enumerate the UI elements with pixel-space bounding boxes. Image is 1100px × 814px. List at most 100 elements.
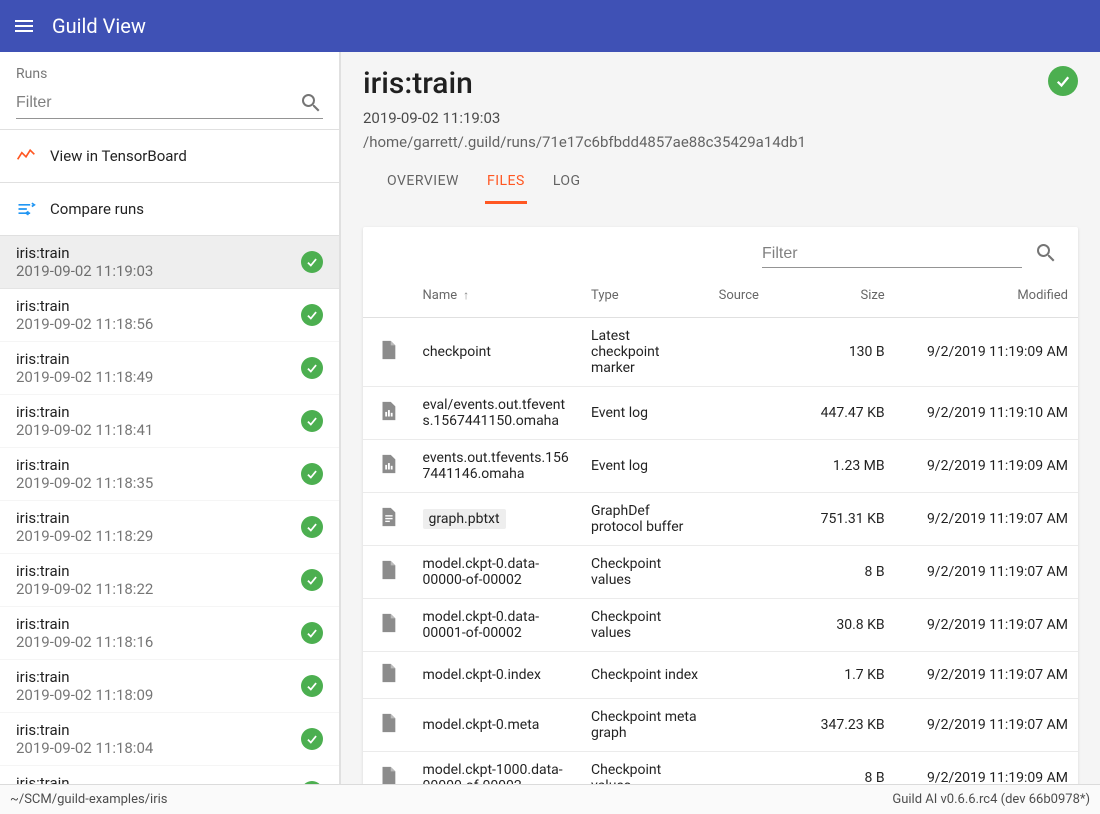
compare-icon — [16, 199, 36, 219]
status-success-icon — [301, 251, 323, 273]
run-list-item[interactable]: iris:train2019-09-02 11:18:16 — [0, 607, 339, 660]
run-item-name: iris:train — [16, 774, 153, 784]
run-item-timestamp: 2019-09-02 11:18:41 — [16, 421, 153, 439]
file-size: 130 B — [797, 318, 895, 387]
files-filter-input[interactable] — [762, 241, 1022, 267]
run-list-item[interactable]: iris:train2019-09-02 11:19:03 — [0, 236, 339, 289]
file-source — [709, 546, 797, 599]
run-list-item[interactable]: iris:train2019-09-02 11:18:35 — [0, 448, 339, 501]
run-item-timestamp: 2019-09-02 11:18:56 — [16, 315, 153, 333]
check-icon — [1054, 72, 1072, 90]
run-list-item[interactable]: iris:train2019-09-02 11:17:59 — [0, 766, 339, 784]
file-source — [709, 440, 797, 493]
run-list-item[interactable]: iris:train2019-09-02 11:18:29 — [0, 501, 339, 554]
file-type: Event log — [581, 440, 709, 493]
col-size[interactable]: Size — [797, 274, 895, 318]
app-title: Guild View — [52, 14, 146, 38]
file-modified: 9/2/2019 11:19:09 AM — [895, 752, 1078, 785]
run-list-item[interactable]: iris:train2019-09-02 11:18:09 — [0, 660, 339, 713]
file-type: Latest checkpoint marker — [581, 318, 709, 387]
file-modified: 9/2/2019 11:19:07 AM — [895, 546, 1078, 599]
file-source — [709, 493, 797, 546]
file-row[interactable]: events.out.tfevents.1567441146.omahaEven… — [363, 440, 1078, 493]
footer-version: Guild AI v0.6.6.rc4 (dev 66b0978*) — [892, 792, 1090, 807]
file-size: 8 B — [797, 752, 895, 785]
run-item-name: iris:train — [16, 350, 153, 368]
file-type-icon — [363, 752, 413, 785]
file-row[interactable]: model.ckpt-1000.data-00000-of-00002Check… — [363, 752, 1078, 785]
file-source — [709, 599, 797, 652]
run-item-timestamp: 2019-09-02 11:18:09 — [16, 686, 153, 704]
file-size: 8 B — [797, 546, 895, 599]
file-name: model.ckpt-0.data-00001-of-00002 — [413, 599, 582, 652]
sidebar-runs-label: Runs — [16, 66, 323, 90]
file-row[interactable]: graph.pbtxtGraphDef protocol buffer751.3… — [363, 493, 1078, 546]
run-item-name: iris:train — [16, 456, 153, 474]
file-name: model.ckpt-1000.data-00000-of-00002 — [413, 752, 582, 785]
run-list-item[interactable]: iris:train2019-09-02 11:18:49 — [0, 342, 339, 395]
file-name: model.ckpt-0.data-00000-of-00002 — [413, 546, 582, 599]
view-tensorboard-button[interactable]: View in TensorBoard — [16, 136, 323, 176]
run-item-name: iris:train — [16, 562, 153, 580]
file-type: Checkpoint meta graph — [581, 699, 709, 752]
status-success-icon — [301, 357, 323, 379]
file-type: Checkpoint values — [581, 546, 709, 599]
run-path: /home/garrett/.guild/runs/71e17c6bfbdd48… — [363, 133, 1078, 151]
run-list-item[interactable]: iris:train2019-09-02 11:18:22 — [0, 554, 339, 607]
run-list[interactable]: iris:train2019-09-02 11:19:03iris:train2… — [0, 236, 339, 784]
search-icon[interactable] — [1034, 241, 1058, 265]
file-modified: 9/2/2019 11:19:07 AM — [895, 599, 1078, 652]
col-modified[interactable]: Modified — [895, 274, 1078, 318]
content-panel: iris:train 2019-09-02 11:19:03 /home/gar… — [340, 52, 1100, 784]
run-timestamp: 2019-09-02 11:19:03 — [363, 109, 1078, 127]
status-badge — [1048, 66, 1078, 96]
col-name[interactable]: Name↑ — [413, 274, 582, 318]
run-item-timestamp: 2019-09-02 11:18:49 — [16, 368, 153, 386]
compare-runs-button[interactable]: Compare runs — [16, 189, 323, 229]
run-list-item[interactable]: iris:train2019-09-02 11:18:56 — [0, 289, 339, 342]
footer-path: ~/SCM/guild-examples/iris — [10, 792, 168, 807]
file-modified: 9/2/2019 11:19:09 AM — [895, 318, 1078, 387]
file-row[interactable]: checkpointLatest checkpoint marker130 B9… — [363, 318, 1078, 387]
run-item-timestamp: 2019-09-02 11:18:22 — [16, 580, 153, 598]
file-source — [709, 318, 797, 387]
col-source[interactable]: Source — [709, 274, 797, 318]
file-source — [709, 752, 797, 785]
sidebar-filter-input[interactable] — [16, 90, 299, 116]
file-modified: 9/2/2019 11:19:07 AM — [895, 493, 1078, 546]
run-item-timestamp: 2019-09-02 11:19:03 — [16, 262, 153, 280]
tensorboard-label: View in TensorBoard — [50, 147, 187, 165]
file-size: 447.47 KB — [797, 387, 895, 440]
run-item-name: iris:train — [16, 297, 153, 315]
file-row[interactable]: eval/events.out.tfevents.1567441150.omah… — [363, 387, 1078, 440]
app-bar: Guild View — [0, 0, 1100, 52]
search-icon[interactable] — [299, 91, 323, 115]
run-item-name: iris:train — [16, 668, 153, 686]
tab-log[interactable]: LOG — [551, 163, 583, 204]
file-type: Event log — [581, 387, 709, 440]
file-row[interactable]: model.ckpt-0.data-00000-of-00002Checkpoi… — [363, 546, 1078, 599]
file-type-icon — [363, 699, 413, 752]
file-row[interactable]: model.ckpt-0.metaCheckpoint meta graph34… — [363, 699, 1078, 752]
file-row[interactable]: model.ckpt-0.data-00001-of-00002Checkpoi… — [363, 599, 1078, 652]
run-list-item[interactable]: iris:train2019-09-02 11:18:41 — [0, 395, 339, 448]
run-item-timestamp: 2019-09-02 11:18:04 — [16, 739, 153, 757]
file-type-icon — [363, 599, 413, 652]
status-success-icon — [301, 622, 323, 644]
compare-label: Compare runs — [50, 200, 144, 218]
tab-overview[interactable]: OVERVIEW — [385, 163, 461, 204]
run-list-item[interactable]: iris:train2019-09-02 11:18:04 — [0, 713, 339, 766]
file-size: 30.8 KB — [797, 599, 895, 652]
file-modified: 9/2/2019 11:19:09 AM — [895, 440, 1078, 493]
tab-files[interactable]: FILES — [485, 163, 527, 204]
sort-asc-icon: ↑ — [463, 288, 469, 302]
file-row[interactable]: model.ckpt-0.indexCheckpoint index1.7 KB… — [363, 652, 1078, 699]
footer: ~/SCM/guild-examples/iris Guild AI v0.6.… — [0, 784, 1100, 814]
file-modified: 9/2/2019 11:19:10 AM — [895, 387, 1078, 440]
file-name: model.ckpt-0.index — [413, 652, 582, 699]
menu-icon[interactable] — [12, 14, 36, 38]
file-source — [709, 652, 797, 699]
col-type[interactable]: Type — [581, 274, 709, 318]
file-type: GraphDef protocol buffer — [581, 493, 709, 546]
file-name: graph.pbtxt — [413, 493, 582, 546]
